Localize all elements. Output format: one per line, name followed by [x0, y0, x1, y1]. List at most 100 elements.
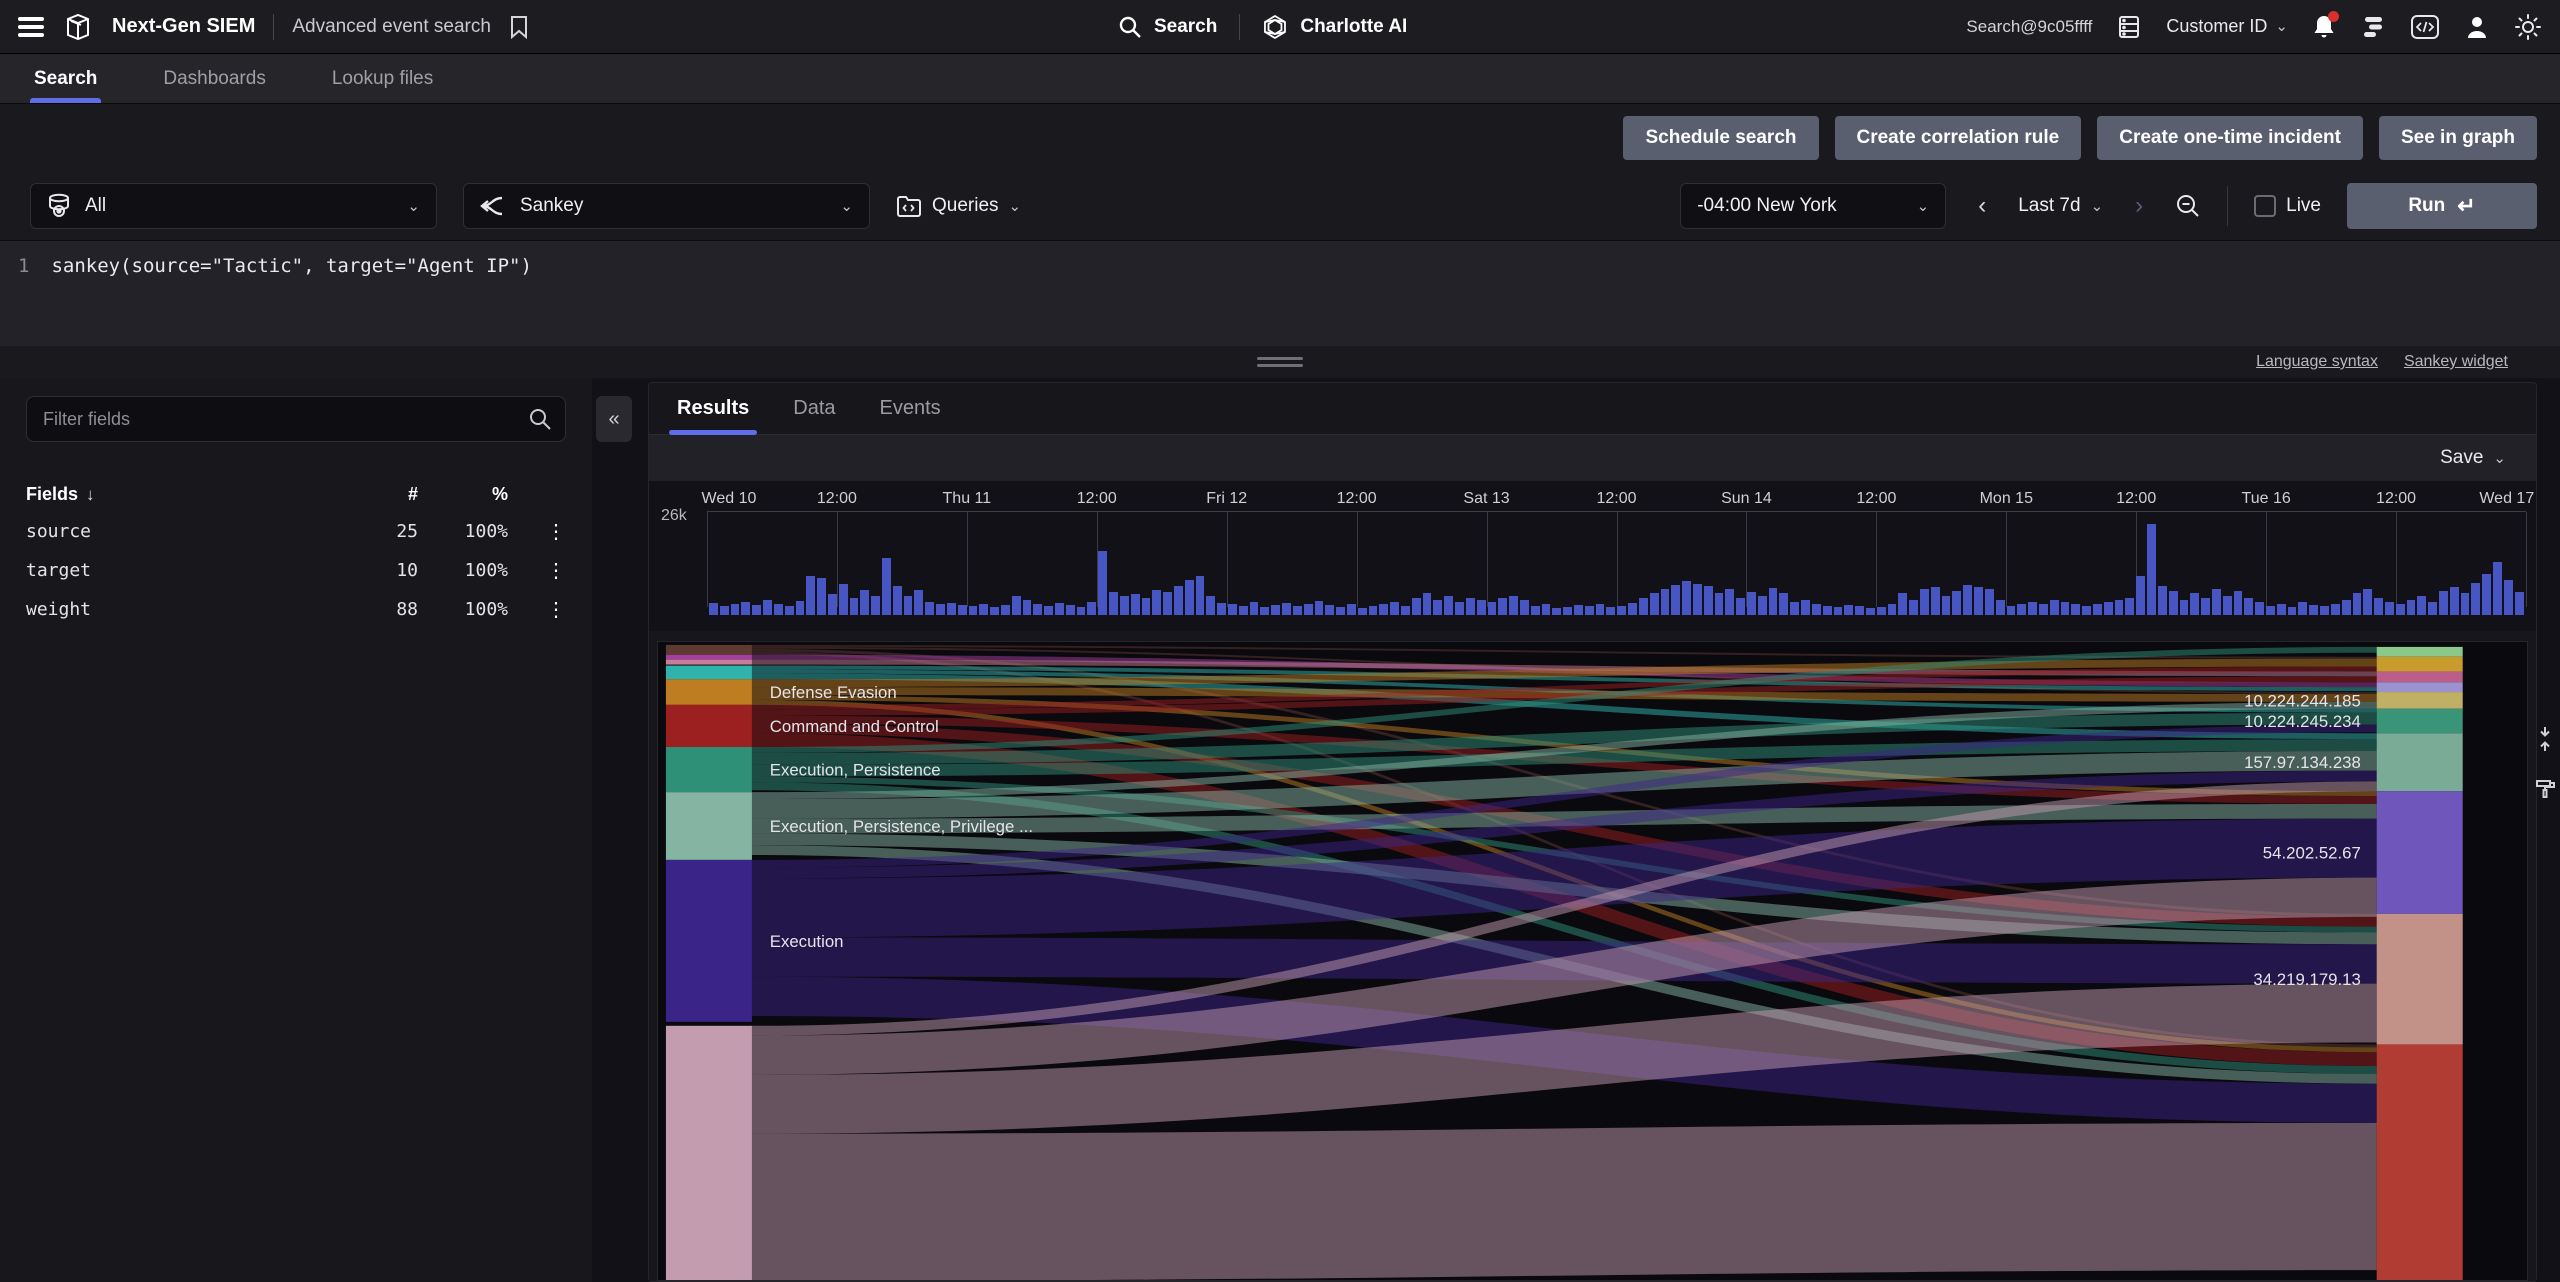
histogram-bar[interactable]	[1596, 604, 1605, 615]
field-menu-kebab-icon[interactable]: ⋮	[508, 597, 566, 622]
histogram-bar[interactable]	[2158, 586, 2167, 615]
histogram-bar[interactable]	[785, 606, 794, 615]
histogram-bar[interactable]	[1855, 606, 1864, 615]
tab-results[interactable]: Results	[675, 383, 751, 434]
histogram-bar[interactable]	[1736, 598, 1745, 615]
histogram-bar[interactable]	[979, 604, 988, 615]
histogram-bar[interactable]	[1531, 606, 1540, 615]
histogram-bar[interactable]	[1617, 606, 1626, 615]
histogram-bar[interactable]	[1087, 602, 1096, 615]
histogram-bar[interactable]	[2288, 607, 2297, 615]
histogram-bar[interactable]	[1563, 607, 1572, 615]
histogram-bar[interactable]	[2180, 600, 2189, 615]
histogram-bar[interactable]	[1152, 590, 1161, 615]
customer-id-dropdown[interactable]: Customer ID ⌄	[2166, 16, 2288, 37]
histogram-bar[interactable]	[1001, 605, 1010, 615]
sankey-node[interactable]	[666, 660, 752, 665]
sankey-node[interactable]	[2377, 671, 2463, 682]
histogram-bar[interactable]	[2007, 606, 2016, 615]
histogram-bar[interactable]	[1066, 605, 1075, 615]
zoom-out-time-icon[interactable]	[2175, 193, 2201, 219]
histogram-bar[interactable]	[1109, 592, 1118, 615]
run-button[interactable]: Run ↵	[2347, 183, 2537, 229]
bookmark-icon[interactable]	[509, 15, 529, 39]
histogram-bar[interactable]	[871, 596, 880, 615]
histogram-bar[interactable]	[1012, 596, 1021, 615]
repository-selector[interactable]: All ⌄	[30, 183, 437, 229]
sankey-node[interactable]	[666, 655, 752, 660]
histogram-bar[interactable]	[1098, 551, 1107, 615]
histogram-bar[interactable]	[1812, 604, 1821, 615]
charlotte-ai-button[interactable]: Charlotte AI	[1262, 14, 1407, 40]
histogram-bar[interactable]	[1433, 600, 1442, 615]
histogram-bar[interactable]	[2309, 605, 2318, 615]
histogram-bar[interactable]	[1131, 594, 1140, 615]
histogram-bar[interactable]	[2342, 600, 2351, 615]
histogram-bar[interactable]	[1542, 604, 1551, 615]
queries-menu-button[interactable]: Queries ⌄	[896, 194, 1021, 218]
timezone-selector[interactable]: -04:00 New York ⌄	[1680, 183, 1946, 229]
histogram-bar[interactable]	[2212, 589, 2221, 615]
histogram-bar[interactable]	[2407, 600, 2416, 615]
see-in-graph-button[interactable]: See in graph	[2379, 116, 2537, 160]
histogram-bar[interactable]	[1574, 605, 1583, 615]
histogram-bar[interactable]	[1055, 603, 1064, 615]
histogram-bar[interactable]	[2136, 576, 2145, 615]
field-row-source[interactable]: source 25 100% ⋮	[26, 519, 566, 544]
sankey-node[interactable]	[2377, 1044, 2463, 1280]
sankey-node[interactable]	[666, 679, 752, 705]
histogram-bar[interactable]	[1942, 596, 1951, 615]
histogram-bar[interactable]	[2082, 606, 2091, 615]
sankey-node[interactable]	[2377, 647, 2463, 657]
histogram-bar[interactable]	[1196, 576, 1205, 615]
histogram-bar[interactable]	[1401, 606, 1410, 615]
histogram-bar[interactable]	[1877, 607, 1886, 615]
histogram-bar[interactable]	[1228, 604, 1237, 615]
tab-data[interactable]: Data	[791, 383, 837, 434]
histogram-bar[interactable]	[1693, 584, 1702, 615]
histogram-bar[interactable]	[1174, 586, 1183, 615]
widget-selector[interactable]: Sankey ⌄	[463, 183, 870, 229]
histogram-bar[interactable]	[2428, 602, 2437, 615]
histogram-bar[interactable]	[839, 584, 848, 615]
histogram-bar[interactable]	[1769, 588, 1778, 615]
sankey-node[interactable]	[666, 705, 752, 747]
histogram-bar[interactable]	[914, 590, 923, 615]
histogram-bar[interactable]	[1779, 593, 1788, 615]
histogram-bar[interactable]	[1044, 606, 1053, 615]
histogram-bar[interactable]	[720, 606, 729, 615]
histogram-bar[interactable]	[2234, 591, 2243, 615]
histogram-bar[interactable]	[958, 605, 967, 615]
histogram-bar[interactable]	[1801, 600, 1810, 615]
resize-handle[interactable]	[1257, 353, 1303, 371]
histogram-bar[interactable]	[2385, 602, 2394, 615]
histogram-bar[interactable]	[2169, 591, 2178, 615]
histogram-bar[interactable]	[990, 607, 999, 615]
histogram-bar[interactable]	[882, 558, 891, 615]
histogram-bar[interactable]	[1271, 605, 1280, 615]
filter-fields-input[interactable]	[26, 396, 566, 442]
histogram-bar[interactable]	[893, 586, 902, 615]
histogram-bar[interactable]	[850, 598, 859, 615]
histogram-bar[interactable]	[1682, 581, 1691, 615]
histogram-bar[interactable]	[2147, 524, 2156, 615]
histogram-bar[interactable]	[1985, 589, 1994, 615]
histogram-bar[interactable]	[1552, 608, 1561, 615]
query-editor[interactable]: 1sankey(source="Tactic", target="Agent I…	[0, 240, 2560, 346]
histogram-bar[interactable]	[2039, 604, 2048, 615]
language-syntax-link[interactable]: Language syntax	[2256, 353, 2378, 371]
histogram-bar[interactable]	[1661, 589, 1670, 615]
histogram-bar[interactable]	[2266, 606, 2275, 615]
histogram-bar[interactable]	[1704, 586, 1713, 615]
global-search-button[interactable]: Search	[1118, 15, 1217, 39]
histogram-bar[interactable]	[731, 604, 740, 615]
hamburger-menu-icon[interactable]	[18, 13, 44, 41]
histogram-bar[interactable]	[2363, 589, 2372, 615]
histogram-bar[interactable]	[1488, 602, 1497, 615]
histogram-bar[interactable]	[828, 594, 837, 615]
time-range-selector[interactable]: Last 7d ⌄	[2018, 195, 2103, 217]
histogram-bar[interactable]	[2482, 574, 2491, 615]
histogram-bar[interactable]	[1671, 585, 1680, 615]
histogram-bar[interactable]	[1250, 602, 1259, 615]
sankey-node[interactable]	[2377, 733, 2463, 791]
